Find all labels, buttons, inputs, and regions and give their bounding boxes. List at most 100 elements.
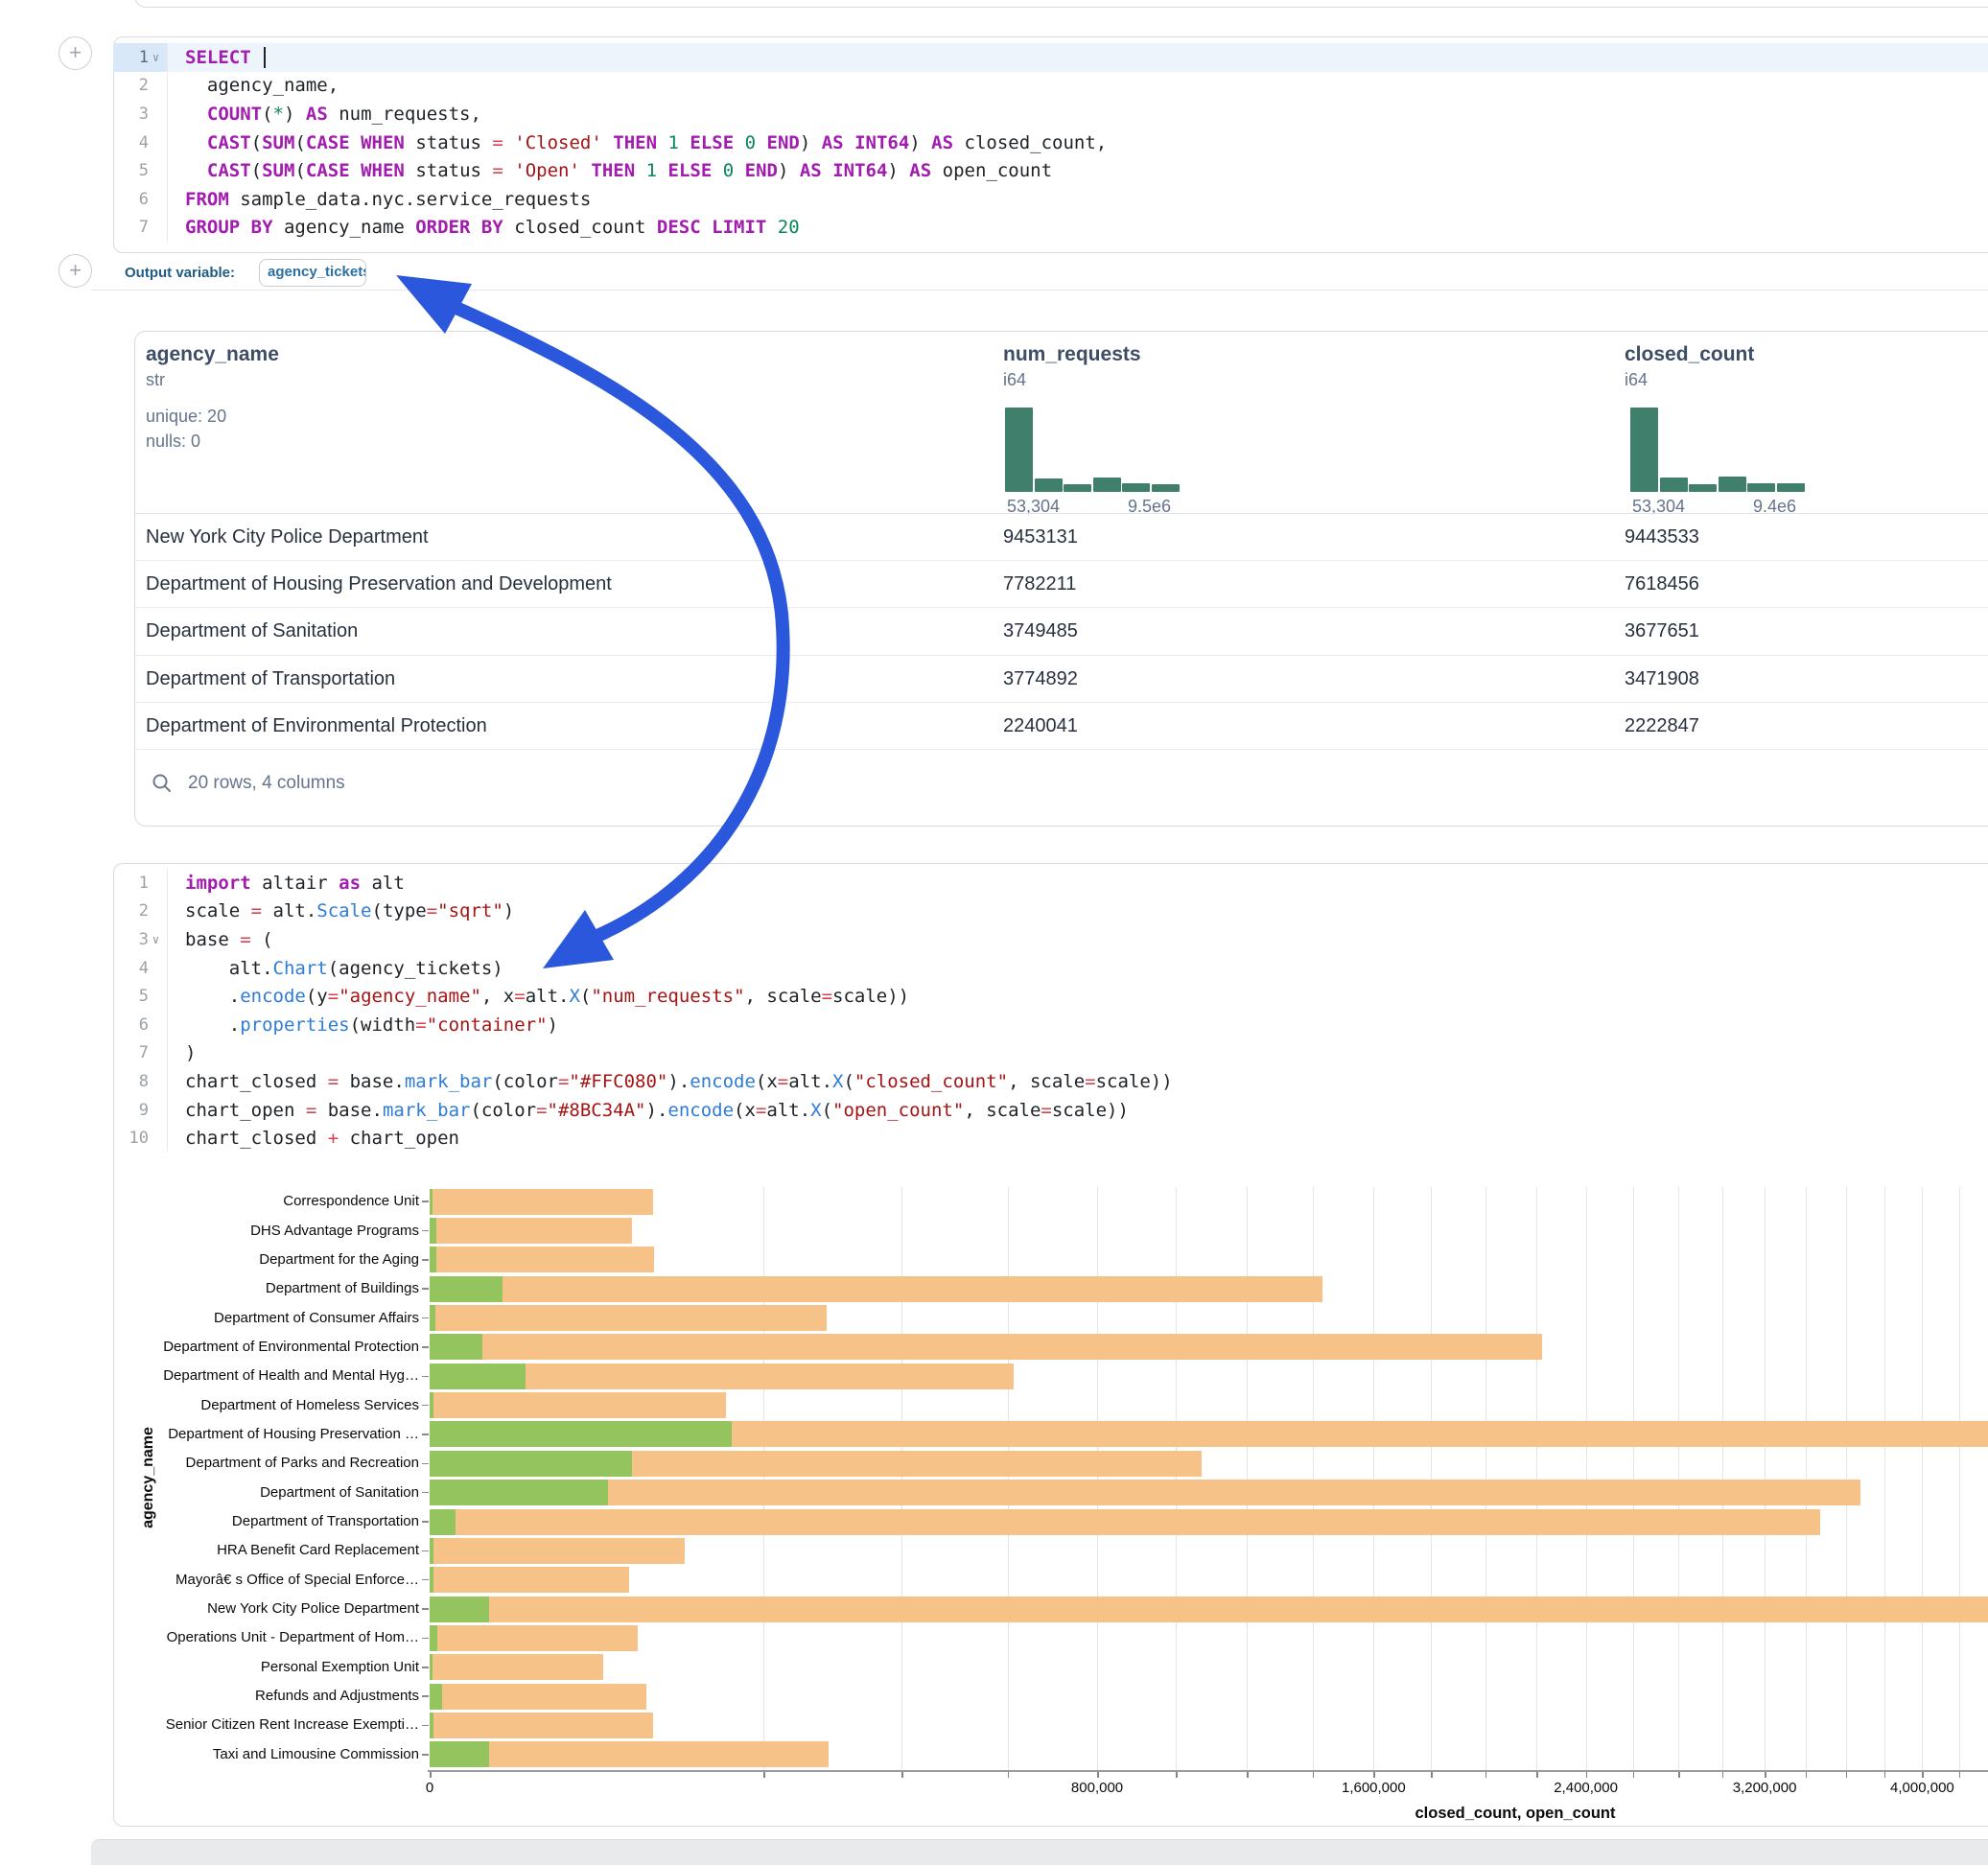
code-line[interactable]: 3 COUNT(*) AS num_requests,: [113, 100, 1988, 128]
bar-closed-count[interactable]: [430, 1189, 653, 1215]
code-line-text: SELECT: [168, 47, 266, 69]
line-number: 2: [120, 76, 149, 95]
bar-closed-count[interactable]: [430, 1625, 638, 1651]
table-cell[interactable]: Department of Transportation: [146, 668, 395, 690]
bar-closed-count[interactable]: [430, 1305, 827, 1331]
table-cell[interactable]: 2222847: [1625, 715, 1699, 737]
add-cell-button-top[interactable]: +: [58, 36, 92, 70]
bar-closed-count[interactable]: [430, 1247, 654, 1272]
y-axis-label: Refunds and Adjustments: [103, 1688, 419, 1704]
search-icon[interactable]: [152, 773, 173, 794]
table-cell[interactable]: Department of Environmental Protection: [146, 715, 487, 737]
line-gutter: 2: [113, 72, 168, 101]
bar-closed-count[interactable]: [430, 1741, 829, 1767]
y-axis-label: Department of Consumer Affairs: [103, 1310, 419, 1326]
bar-closed-count[interactable]: [430, 1334, 1542, 1360]
code-line[interactable]: 3∨base = (: [113, 925, 1988, 954]
table-cell[interactable]: Department of Sanitation: [146, 620, 358, 642]
code-line[interactable]: 6 .properties(width="container"): [113, 1011, 1988, 1039]
bar-closed-count[interactable]: [430, 1597, 1988, 1622]
table-cell[interactable]: 3677651: [1625, 620, 1699, 642]
bar-open-count[interactable]: [430, 1392, 433, 1418]
bar-open-count[interactable]: [430, 1218, 436, 1244]
table-cell[interactable]: 9443533: [1625, 526, 1699, 548]
bar-open-count[interactable]: [430, 1625, 437, 1651]
code-line[interactable]: 7): [113, 1039, 1988, 1068]
gridline: [1373, 1187, 1374, 1770]
code-line[interactable]: 5 CAST(SUM(CASE WHEN status = 'Open' THE…: [113, 156, 1988, 185]
row-separator: [135, 560, 1988, 561]
code-line[interactable]: 6FROM sample_data.nyc.service_requests: [113, 185, 1988, 214]
bar-open-count[interactable]: [430, 1421, 732, 1447]
code-line[interactable]: 4 alt.Chart(agency_tickets): [113, 954, 1988, 983]
code-line[interactable]: 4 CAST(SUM(CASE WHEN status = 'Closed' T…: [113, 128, 1988, 157]
code-line[interactable]: 2 agency_name,: [113, 72, 1988, 101]
table-cell[interactable]: 7782211: [1003, 573, 1076, 595]
table-cell[interactable]: 2240041: [1003, 715, 1078, 737]
table-cell[interactable]: 3749485: [1003, 620, 1078, 642]
table-cell[interactable]: 7618456: [1625, 573, 1699, 595]
bar-closed-count[interactable]: [430, 1684, 646, 1710]
bar-open-count[interactable]: [430, 1305, 435, 1331]
bar-open-count[interactable]: [430, 1713, 433, 1738]
fold-chevron-icon[interactable]: ∨: [149, 933, 163, 946]
code-line[interactable]: 5 .encode(y="agency_name", x=alt.X("num_…: [113, 982, 1988, 1011]
bar-closed-count[interactable]: [430, 1480, 1860, 1505]
y-axis-label: Personal Exemption Unit: [103, 1659, 419, 1675]
gridline: [1884, 1187, 1885, 1770]
code-line[interactable]: 1∨SELECT: [113, 43, 1988, 72]
gridline: [1806, 1187, 1807, 1770]
gridline: [1846, 1187, 1847, 1770]
code-line[interactable]: 1import altair as alt: [113, 869, 1988, 898]
bar-closed-count[interactable]: [430, 1392, 726, 1418]
bar-open-count[interactable]: [430, 1276, 503, 1302]
sql-code-editor[interactable]: 1∨SELECT 2 agency_name,3 COUNT(*) AS num…: [113, 43, 1988, 242]
row-separator: [135, 749, 1988, 750]
bar-closed-count[interactable]: [430, 1654, 603, 1680]
table-cell[interactable]: 3471908: [1625, 668, 1699, 690]
table-cell[interactable]: 3774892: [1003, 668, 1078, 690]
y-axis-label: Department for the Aging: [103, 1251, 419, 1268]
bar-open-count[interactable]: [430, 1189, 433, 1215]
bar-open-count[interactable]: [430, 1684, 442, 1710]
line-number: 10: [120, 1129, 149, 1148]
code-line[interactable]: 7GROUP BY agency_name ORDER BY closed_co…: [113, 214, 1988, 243]
code-line[interactable]: 9chart_open = base.mark_bar(color="#8BC3…: [113, 1096, 1988, 1125]
code-line[interactable]: 2scale = alt.Scale(type="sqrt"): [113, 898, 1988, 926]
x-axis-tick: [1722, 1772, 1724, 1778]
bar-closed-count[interactable]: [430, 1567, 629, 1593]
bar-open-count[interactable]: [430, 1364, 526, 1389]
bar-open-count[interactable]: [430, 1509, 456, 1535]
code-line[interactable]: 10chart_closed + chart_open: [113, 1124, 1988, 1153]
python-code-editor[interactable]: 1import altair as alt2scale = alt.Scale(…: [113, 869, 1988, 1153]
add-cell-button-output[interactable]: +: [58, 254, 92, 288]
line-number: 2: [120, 901, 149, 921]
bar-open-count[interactable]: [430, 1247, 436, 1272]
code-line[interactable]: 8chart_closed = base.mark_bar(color="#FF…: [113, 1067, 1988, 1096]
bar-open-count[interactable]: [430, 1538, 433, 1564]
fold-chevron-icon[interactable]: ∨: [149, 51, 163, 64]
bar-closed-count[interactable]: [430, 1713, 653, 1738]
gridline: [1536, 1187, 1537, 1770]
bar-open-count[interactable]: [430, 1597, 489, 1622]
y-tick: [422, 1608, 429, 1610]
bar-open-count[interactable]: [430, 1741, 489, 1767]
bar-open-count[interactable]: [430, 1654, 433, 1680]
code-line-text: base = (: [168, 929, 273, 950]
bar-open-count[interactable]: [430, 1451, 632, 1477]
bar-closed-count[interactable]: [430, 1276, 1322, 1302]
y-tick: [422, 1346, 429, 1348]
bar-open-count[interactable]: [430, 1480, 608, 1505]
gridline: [1176, 1187, 1177, 1770]
y-tick: [422, 1201, 429, 1202]
bar-open-count[interactable]: [430, 1567, 433, 1593]
table-cell[interactable]: Department of Housing Preservation and D…: [146, 573, 612, 595]
bar-closed-count[interactable]: [430, 1218, 632, 1244]
gridline: [1765, 1187, 1766, 1770]
bar-open-count[interactable]: [430, 1334, 482, 1360]
table-cell[interactable]: New York City Police Department: [146, 526, 429, 548]
output-variable-chip[interactable]: agency_tickets: [259, 259, 366, 287]
table-cell[interactable]: 9453131: [1003, 526, 1078, 548]
bar-closed-count[interactable]: [430, 1538, 685, 1564]
bar-closed-count[interactable]: [430, 1509, 1820, 1535]
